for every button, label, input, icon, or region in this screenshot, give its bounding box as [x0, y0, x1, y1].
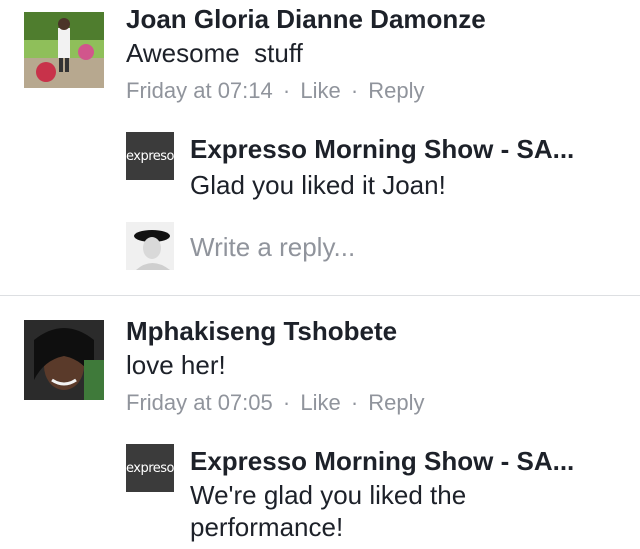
expresso-logo-text: expreso — [126, 148, 174, 164]
comment-text: love her! — [126, 350, 226, 380]
comment-meta: Friday at 07:14 · Like · Reply — [126, 78, 425, 104]
comment-author[interactable]: Joan Gloria Dianne Damonze — [126, 4, 486, 35]
like-button[interactable]: Like — [300, 390, 340, 416]
comment-timestamp[interactable]: Friday at 07:05 — [126, 390, 273, 416]
comment-meta: Friday at 07:05 · Like · Reply — [126, 390, 425, 416]
avatar-photo-portrait-icon — [24, 320, 104, 400]
meta-separator: · — [350, 390, 359, 415]
comment-divider — [0, 295, 640, 296]
reply-button[interactable]: Reply — [368, 78, 424, 104]
avatar-photo-garden-icon — [24, 12, 104, 88]
reply-author[interactable]: Expresso Morning Show - SA... — [190, 134, 574, 165]
like-button[interactable]: Like — [300, 78, 340, 104]
reply-text-line-1: We're glad you liked the — [190, 480, 467, 510]
reply-input[interactable]: Write a reply... — [190, 232, 355, 263]
avatar-expresso[interactable]: expreso — [126, 132, 174, 180]
reply-button[interactable]: Reply — [368, 390, 424, 416]
comment-text: Awesome stuff — [126, 38, 303, 68]
comment-author[interactable]: Mphakiseng Tshobete — [126, 316, 397, 347]
expresso-logo-text: expreso — [126, 460, 174, 476]
avatar-expresso[interactable]: expreso — [126, 444, 174, 492]
avatar-joan[interactable] — [24, 12, 104, 88]
reply-author[interactable]: Expresso Morning Show - SA... — [190, 446, 574, 477]
meta-separator: · — [282, 390, 291, 415]
reply-text-line-2: performance! — [190, 512, 344, 542]
comment-timestamp[interactable]: Friday at 07:14 — [126, 78, 273, 104]
reply-text: Glad you liked it Joan! — [190, 170, 446, 200]
user-avatar-icon — [126, 222, 174, 270]
meta-separator: · — [350, 78, 359, 103]
avatar-mphakiseng[interactable] — [24, 320, 104, 400]
meta-separator: · — [282, 78, 291, 103]
current-user-avatar — [126, 222, 174, 270]
